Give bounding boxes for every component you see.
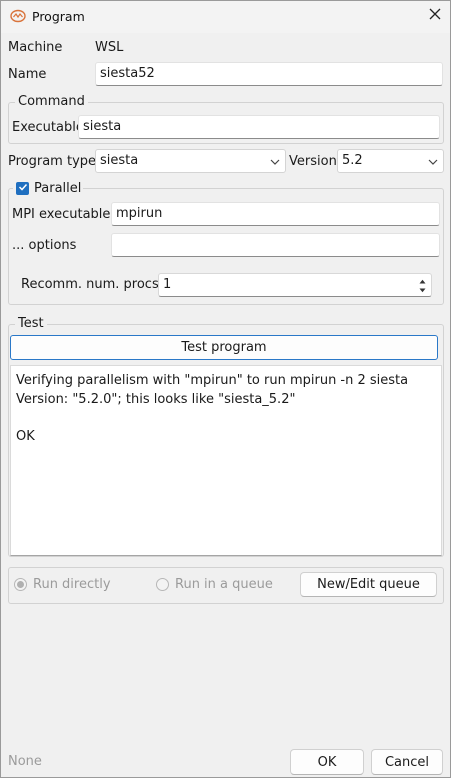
spin-buttons [416, 276, 429, 294]
program-app-icon [10, 9, 26, 23]
title-bar: Program [1, 1, 450, 33]
close-button[interactable] [421, 3, 449, 29]
run-directly-label: Run directly [33, 577, 111, 592]
program-type-select[interactable]: siesta [95, 149, 286, 173]
executable-field[interactable]: siesta [78, 115, 440, 139]
new-edit-queue-button[interactable]: New/Edit queue [300, 572, 437, 597]
parallel-checkbox[interactable] [16, 182, 29, 195]
procs-label: Recomm. num. procs. [21, 277, 163, 292]
test-output-log[interactable]: Verifying parallelism with "mpirun" to r… [10, 365, 442, 556]
parallel-label: Parallel [34, 181, 82, 196]
version-label: Version [289, 154, 337, 169]
command-group-title: Command [15, 94, 88, 109]
version-select[interactable]: 5.2 [337, 149, 444, 173]
version-value: 5.2 [342, 153, 363, 168]
chevron-down-icon [269, 156, 281, 166]
executable-label: Executable [12, 120, 84, 135]
program-type-label: Program type [8, 154, 97, 169]
chevron-down-icon [427, 156, 439, 166]
cancel-button[interactable]: Cancel [371, 749, 443, 775]
name-field[interactable]: siesta52 [95, 62, 443, 86]
options-field[interactable] [111, 233, 440, 257]
run-in-queue-radio[interactable] [156, 578, 169, 591]
procs-value: 1 [163, 277, 172, 292]
run-directly-radio[interactable] [14, 578, 27, 591]
procs-spinbox[interactable]: 1 [158, 273, 432, 297]
spin-down-button[interactable] [416, 285, 429, 294]
test-group-title: Test [15, 316, 47, 331]
name-label: Name [8, 67, 47, 82]
window-title: Program [32, 9, 85, 24]
run-in-queue-label: Run in a queue [175, 577, 273, 592]
machine-value: WSL [95, 40, 124, 55]
machine-label: Machine [8, 40, 63, 55]
program-type-value: siesta [100, 153, 139, 168]
mpi-executable-field[interactable]: mpirun [111, 202, 440, 226]
checkmark-icon [18, 181, 28, 196]
ok-button[interactable]: OK [290, 749, 364, 775]
status-text: None [8, 754, 42, 769]
program-dialog: Program Machine WSL Name siesta52 Comman… [0, 0, 451, 778]
options-label: ... options [12, 238, 77, 253]
test-program-button[interactable]: Test program [10, 335, 438, 360]
close-icon [429, 8, 441, 24]
spin-down-icon [419, 282, 426, 297]
mpi-executable-label: MPI executable [12, 207, 111, 222]
